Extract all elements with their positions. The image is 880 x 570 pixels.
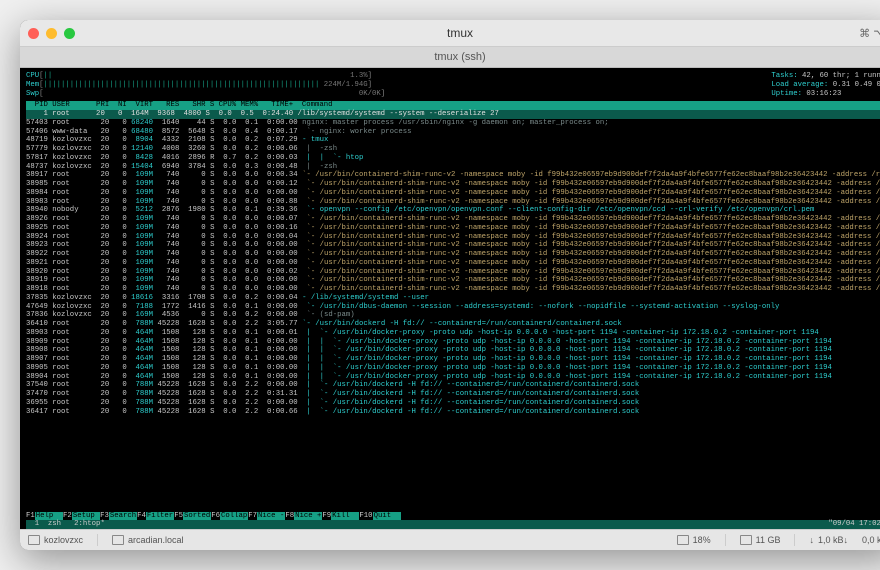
fn-key[interactable]: F5 bbox=[174, 512, 183, 521]
ram-icon bbox=[740, 535, 752, 545]
tab-bar[interactable]: tmux (ssh) bbox=[20, 47, 880, 68]
swp-label: Swp bbox=[26, 90, 39, 98]
tmux-windows[interactable]: 1 zsh 2:htop* bbox=[26, 520, 105, 529]
process-row[interactable]: 38904 root 20 0 464M 1508 128 S 0.0 0.1 … bbox=[26, 373, 880, 382]
status-host: arcadian.local bbox=[112, 535, 184, 545]
iterm-status-bar: kozlovzxc arcadian.local 18% 11 GB ↓ 1,0… bbox=[20, 529, 880, 550]
process-row[interactable]: 38919 root 20 0 109M 740 0 S 0.0 0.0 0:0… bbox=[26, 276, 880, 285]
process-row[interactable]: 57779 kozlovzxc 20 0 12140 4008 3260 S 0… bbox=[26, 145, 880, 154]
uptime-label: Uptime: bbox=[771, 90, 802, 98]
process-row[interactable]: 57406 www-data 20 0 68480 8572 5648 S 0.… bbox=[26, 128, 880, 137]
title-bar: tmux ⌘ ⌥1 bbox=[20, 20, 880, 47]
cpu-bar: || bbox=[44, 72, 53, 80]
minimize-icon[interactable] bbox=[46, 28, 57, 39]
process-row[interactable]: 38922 root 20 0 109M 740 0 S 0.0 0.0 0:0… bbox=[26, 250, 880, 259]
process-row[interactable]: 38921 root 20 0 109M 740 0 S 0.0 0.0 0:0… bbox=[26, 259, 880, 268]
tmux-clock: "09/04 17:02:49 bbox=[828, 520, 880, 529]
process-row[interactable]: 38908 root 20 0 464M 1508 128 S 0.0 0.1 … bbox=[26, 346, 880, 355]
fn-label[interactable]: Collap bbox=[220, 512, 248, 521]
mem-label: Mem bbox=[26, 81, 39, 89]
fn-key[interactable]: F1 bbox=[26, 512, 35, 521]
fn-key[interactable]: F7 bbox=[248, 512, 257, 521]
swp-val: 0K/0K bbox=[359, 90, 381, 98]
uptime-val: 03:16:23 bbox=[806, 90, 841, 98]
terminal-window: tmux ⌘ ⌥1 tmux (ssh) CPU[|| 1.3%] Mem[||… bbox=[20, 20, 880, 550]
process-row[interactable]: 38940 nobody 20 0 5212 2876 1980 S 0.0 0… bbox=[26, 206, 880, 215]
status-net-up: 0,0 kB↑ bbox=[862, 535, 880, 545]
process-row[interactable]: 57817 kozlovzxc 20 0 8428 4016 2896 R 0.… bbox=[26, 154, 880, 163]
fn-key[interactable]: F8 bbox=[285, 512, 294, 521]
fn-label[interactable]: Filter bbox=[146, 512, 174, 521]
process-row[interactable]: 38918 root 20 0 109M 740 0 S 0.0 0.0 0:0… bbox=[26, 285, 880, 294]
fn-label[interactable]: Help bbox=[35, 512, 63, 521]
fn-key[interactable]: F4 bbox=[137, 512, 146, 521]
function-bar: F1Help F2Setup F3SearchF4FilterF5SortedF… bbox=[26, 512, 880, 521]
mem-bar: ||||||||||||||||||||||||||||||||||||||||… bbox=[44, 81, 320, 89]
tasks-label: Tasks: bbox=[771, 72, 797, 80]
fn-label[interactable]: Nice + bbox=[294, 512, 322, 521]
cpu-label: CPU bbox=[26, 72, 39, 80]
cpu-icon bbox=[677, 535, 689, 545]
terminal-content[interactable]: CPU[|| 1.3%] Mem[|||||||||||||||||||||||… bbox=[20, 68, 880, 529]
process-row[interactable]: 47649 kozlovzxc 20 0 7188 1772 1416 S 0.… bbox=[26, 303, 880, 312]
process-row[interactable]: 36417 root 20 0 788M 45228 1628 S 0.0 2.… bbox=[26, 408, 880, 417]
process-row[interactable]: 37836 kozlovzxc 20 0 169M 4536 0 S 0.0 0… bbox=[26, 311, 880, 320]
process-row[interactable]: 38920 root 20 0 109M 740 0 S 0.0 0.0 0:0… bbox=[26, 268, 880, 277]
process-row[interactable]: 48737 kozlovzxc 20 0 15404 6940 3784 S 0… bbox=[26, 163, 880, 172]
user-icon bbox=[28, 535, 40, 545]
process-row[interactable]: 37540 root 20 0 788M 45228 1628 S 0.0 2.… bbox=[26, 381, 880, 390]
cpu-val: 1.3% bbox=[350, 72, 368, 80]
tmux-status-bar: 1 zsh 2:htop* "09/04 17:02:49 bbox=[26, 520, 880, 529]
process-row-selected[interactable]: 1 root 20 0 164M 9368 4800 S 0.0 0.5 0:2… bbox=[26, 110, 880, 119]
fn-label[interactable]: Kill bbox=[331, 512, 359, 521]
traffic-lights bbox=[28, 28, 75, 39]
process-row[interactable]: 38917 root 20 0 109M 740 0 S 0.0 0.0 0:0… bbox=[26, 171, 880, 180]
process-row[interactable]: 38985 root 20 0 109M 740 0 S 0.0 0.0 0:0… bbox=[26, 180, 880, 189]
process-row[interactable]: 38926 root 20 0 109M 740 0 S 0.0 0.0 0:0… bbox=[26, 215, 880, 224]
process-row[interactable]: 57403 root 20 0 68240 1640 44 S 0.0 0.1 … bbox=[26, 119, 880, 128]
process-row[interactable]: 36410 root 20 0 788M 45228 1628 S 0.0 2.… bbox=[26, 320, 880, 329]
process-row[interactable]: 38924 root 20 0 109M 740 0 S 0.0 0.0 0:0… bbox=[26, 233, 880, 242]
fn-key[interactable]: F3 bbox=[100, 512, 109, 521]
process-row[interactable]: 38907 root 20 0 464M 1508 128 S 0.0 0.1 … bbox=[26, 355, 880, 364]
process-row[interactable]: 38983 root 20 0 109M 740 0 S 0.0 0.0 0:0… bbox=[26, 198, 880, 207]
mem-val: 224M/1.94G bbox=[324, 81, 368, 89]
maximize-icon[interactable] bbox=[64, 28, 75, 39]
process-row[interactable]: 38923 root 20 0 109M 740 0 S 0.0 0.0 0:0… bbox=[26, 241, 880, 250]
fn-label[interactable]: Nice - bbox=[257, 512, 285, 521]
load-val: 0.31 0.49 0.55 bbox=[833, 81, 880, 89]
process-row[interactable]: 38903 root 20 0 464M 1508 128 S 0.0 0.1 … bbox=[26, 329, 880, 338]
status-net: ↓ 1,0 kB↓ bbox=[809, 535, 848, 545]
fn-key[interactable]: F6 bbox=[211, 512, 220, 521]
fn-label[interactable]: Quit bbox=[373, 512, 401, 521]
process-header[interactable]: PID USER PRI NI VIRT RES SHR S CPU% MEM%… bbox=[26, 101, 880, 110]
load-label: Load average: bbox=[771, 81, 828, 89]
fn-key[interactable]: F9 bbox=[322, 512, 331, 521]
status-ram: 11 GB bbox=[740, 535, 781, 545]
process-row[interactable]: 37470 root 20 0 788M 45228 1628 S 0.0 2.… bbox=[26, 390, 880, 399]
status-cpu: 18% bbox=[677, 535, 711, 545]
tab-label: tmux (ssh) bbox=[434, 51, 485, 63]
fn-key[interactable]: F10 bbox=[359, 512, 372, 521]
tasks-val: 42, 60 thr; 1 running bbox=[802, 72, 880, 80]
fn-label[interactable]: Search bbox=[109, 512, 137, 521]
process-row[interactable]: 37835 kozlovzxc 20 0 18616 3316 1708 S 0… bbox=[26, 294, 880, 303]
process-row[interactable]: 36955 root 20 0 788M 45228 1628 S 0.0 2.… bbox=[26, 399, 880, 408]
window-shortcut: ⌘ ⌥1 bbox=[859, 27, 880, 40]
host-icon bbox=[112, 535, 124, 545]
process-row[interactable]: 38905 root 20 0 464M 1508 128 S 0.0 0.1 … bbox=[26, 364, 880, 373]
process-list[interactable]: 57403 root 20 0 68240 1640 44 S 0.0 0.1 … bbox=[26, 119, 880, 512]
process-row[interactable]: 38925 root 20 0 109M 740 0 S 0.0 0.0 0:0… bbox=[26, 224, 880, 233]
fn-label[interactable]: Setup bbox=[72, 512, 100, 521]
fn-key[interactable]: F2 bbox=[63, 512, 72, 521]
fn-label[interactable]: Sorted bbox=[183, 512, 211, 521]
meters: CPU[|| 1.3%] Mem[|||||||||||||||||||||||… bbox=[26, 72, 880, 98]
process-row[interactable]: 38984 root 20 0 109M 740 0 S 0.0 0.0 0:0… bbox=[26, 189, 880, 198]
close-icon[interactable] bbox=[28, 28, 39, 39]
status-user: kozlovzxc bbox=[28, 535, 83, 545]
process-row[interactable]: 38909 root 20 0 464M 1508 128 S 0.0 0.1 … bbox=[26, 338, 880, 347]
window-title: tmux bbox=[447, 26, 473, 40]
process-row[interactable]: 48719 kozlovzxc 20 0 8904 4332 2108 S 0.… bbox=[26, 136, 880, 145]
